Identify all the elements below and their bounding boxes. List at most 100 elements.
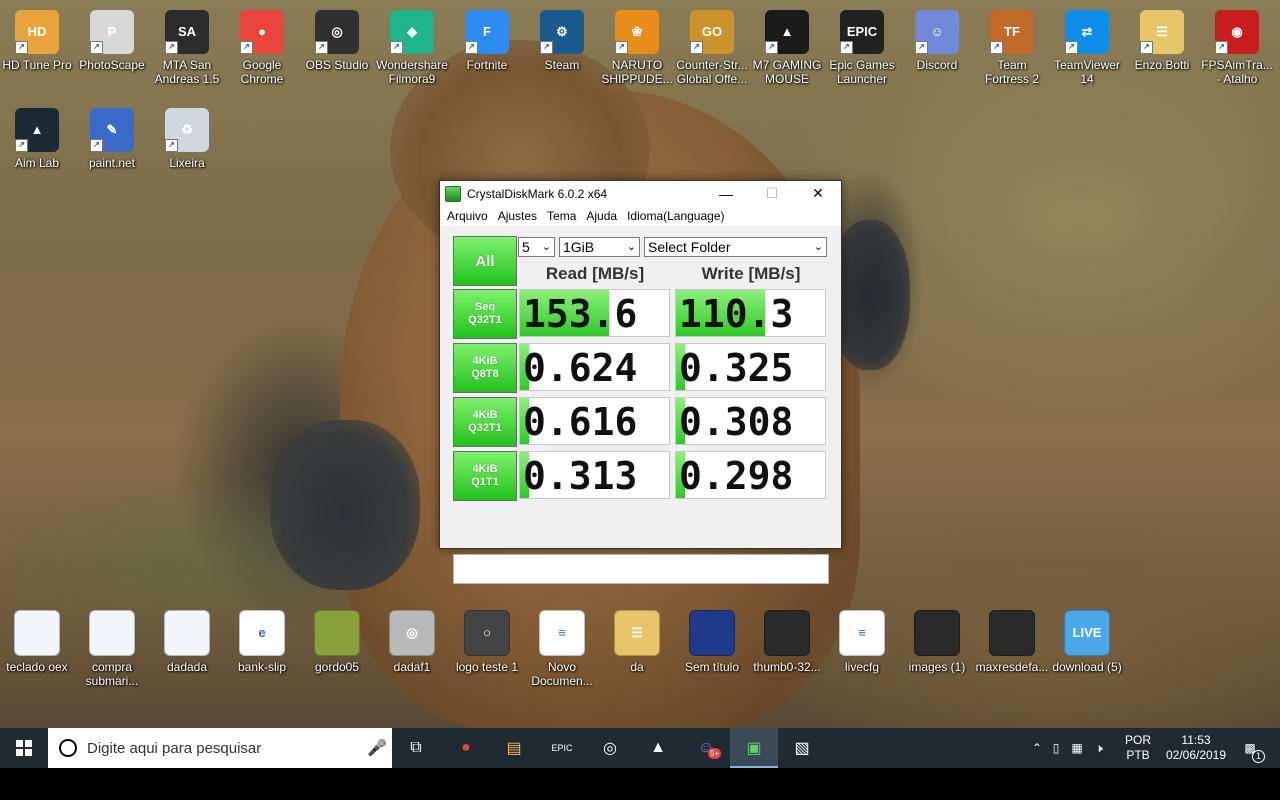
window-titlebar[interactable]: CrystalDiskMark 6.0.2 x64 — ☐ ✕ (440, 181, 841, 206)
minimize-button[interactable]: — (703, 181, 749, 206)
desktop-file-label: gordo05 (314, 660, 360, 674)
test-size-select[interactable]: 1GiB ⌄ (559, 237, 640, 257)
desktop-icon-label: Counter-Str... Global Offe... (676, 58, 748, 86)
desktop-file-novo-documen[interactable]: ≡ Novo Documen... (525, 610, 599, 688)
shortcut-arrow-icon: ↗ (165, 41, 178, 54)
volume-icon[interactable]: 🕨 (1088, 741, 1110, 756)
run-all-button[interactable]: All (453, 236, 517, 286)
paint-icon[interactable]: ▧ (778, 728, 826, 768)
desktop-file-dadaf1[interactable]: ◎ dadaf1 (375, 610, 449, 674)
close-button[interactable]: ✕ (795, 181, 841, 206)
tablet-icon[interactable]: ▯ (1046, 741, 1066, 755)
desktop-file-maxresdefa[interactable]: maxresdefa... (975, 610, 1049, 674)
taskbar-search-box[interactable]: Digite aqui para pesquisar 🎤 (48, 728, 392, 768)
desktop-icon-aim-lab[interactable]: ▲ ↗ Aim Lab (0, 108, 74, 170)
4kib-q32t1-button[interactable]: 4KiB Q32T1 (453, 397, 517, 447)
desktop-icon-team-fortress-2[interactable]: TF ↗ Team Fortress 2 (975, 10, 1049, 86)
desktop-icon-enzo-botti[interactable]: ☰ ↗ Enzo.Botti (1125, 10, 1199, 72)
desktop-file-logo-teste-1[interactable]: ○ logo teste 1 (450, 610, 524, 674)
read-value: 153.6 (523, 292, 638, 336)
desktop-icon-naruto-shippude[interactable]: ❀ ↗ NARUTO SHIPPUDE... (600, 10, 674, 86)
desktop-icon-fpsaimtra-atalho[interactable]: ◉ ↗ FPSAimTra... - Atalho (1200, 10, 1274, 86)
desktop-icon-paint-net[interactable]: ✎ ↗ paint.net (75, 108, 149, 170)
obs-icon[interactable]: ◎ (586, 728, 634, 768)
input-language[interactable]: POR PTB (1120, 728, 1156, 768)
wallpaper-bear-paw-right (830, 220, 910, 370)
m7-mouse-icon[interactable]: ▲ (634, 728, 682, 768)
test-count-select[interactable]: 5 ⌄ (518, 237, 555, 257)
write-value: 0.308 (679, 400, 794, 444)
desktop-icon-fortnite[interactable]: F ↗ Fortnite (450, 10, 524, 72)
desktop-file-label: dadaf1 (393, 660, 431, 674)
desktop-icon-counter-str-global-offe[interactable]: GO ↗ Counter-Str... Global Offe... (675, 10, 749, 86)
desktop-icon-label: Enzo.Botti (1134, 58, 1190, 72)
4kib-q8t8-button[interactable]: 4KiB Q8T8 (453, 343, 517, 393)
desktop-icon-label: PhotoScape (79, 58, 145, 72)
seq-q32t1-button[interactable]: Seq Q32T1 (453, 289, 517, 339)
menu-idioma[interactable]: Idioma(Language) (622, 209, 729, 223)
desktop-icon-label: Aim Lab (14, 156, 60, 170)
network-icon[interactable]: ▦ (1066, 741, 1088, 755)
desktop-file-gordo05[interactable]: gordo05 (300, 610, 374, 674)
shortcut-arrow-icon: ↗ (1065, 41, 1078, 54)
desktop-file-thumb0-32[interactable]: thumb0-32... (750, 610, 824, 674)
clock[interactable]: 11:53 02/06/2019 (1158, 728, 1234, 768)
wallpaper-bear-paw-left (270, 420, 420, 590)
microphone-icon[interactable]: 🎤 (362, 738, 392, 758)
desktop-icon-discord[interactable]: ☺ ↗ Discord (900, 10, 974, 72)
menu-ajuda[interactable]: Ajuda (581, 209, 622, 223)
chrome-icon[interactable]: ● (442, 728, 490, 768)
app-icon: F ↗ (465, 10, 509, 54)
maximize-button[interactable]: ☐ (749, 181, 795, 206)
menu-arquivo[interactable]: Arquivo (442, 209, 493, 223)
desktop-file-dadada[interactable]: dadada (150, 610, 224, 674)
desktop-icon-photoscape[interactable]: P ↗ PhotoScape (75, 10, 149, 72)
desktop-icon-teamviewer-14[interactable]: ⇄ ↗ TeamViewer 14 (1050, 10, 1124, 86)
chevron-up-icon[interactable]: ⌃ (1028, 741, 1046, 755)
desktop-file-label: bank-slip (237, 660, 287, 674)
desktop-icon-label: FPSAimTra... - Atalho (1201, 58, 1273, 86)
menu-tema[interactable]: Tema (542, 209, 581, 223)
desktop-icon-obs-studio[interactable]: ◎ ↗ OBS Studio (300, 10, 374, 72)
file-thumbnail-icon: ≡ (839, 610, 885, 656)
file-thumbnail-icon (989, 610, 1035, 656)
desktop-file-compra-submari[interactable]: compra submari... (75, 610, 149, 688)
desktop-file-teclado-oex[interactable]: teclado oex (0, 610, 74, 674)
desktop-icon-m7-gaming-mouse[interactable]: ▲ ↗ M7 GAMING MOUSE (750, 10, 824, 86)
desktop-file-livecfg[interactable]: ≡ livecfg (825, 610, 899, 674)
desktop-icon-google-chrome[interactable]: ● ↗ Google Chrome (225, 10, 299, 86)
app-icon: ● ↗ (240, 10, 284, 54)
read-value: 0.313 (523, 454, 638, 498)
desktop-icon-hd-tune-pro[interactable]: HD ↗ HD Tune Pro (0, 10, 74, 72)
desktop-file-download-5[interactable]: LIVE download (5) (1050, 610, 1124, 674)
4kib-q32t1-read-result: 0.616 (519, 397, 670, 445)
shortcut-arrow-icon: ↗ (465, 41, 478, 54)
desktop-icon-mta-san-andreas-1-5[interactable]: SA ↗ MTA San Andreas 1.5 (150, 10, 224, 86)
desktop-file-sem-t-tulo[interactable]: Sem título (675, 610, 749, 674)
shortcut-arrow-icon: ↗ (915, 41, 928, 54)
action-center-button[interactable]: ▩ 1 (1236, 728, 1265, 768)
desktop-icon-label: Lixeira (169, 156, 205, 170)
task-view-icon[interactable]: ⧉ (392, 728, 440, 768)
start-button[interactable] (0, 728, 48, 768)
epic-games-icon[interactable]: EPIC (538, 728, 586, 768)
desktop-file-da[interactable]: ☰ da (600, 610, 674, 674)
desktop-icon-epic-games-launcher[interactable]: EPIC ↗ Epic Games Launcher (825, 10, 899, 86)
file-thumbnail-icon: ≡ (539, 610, 585, 656)
desktop-icon-lixeira[interactable]: ♻ ↗ Lixeira (150, 108, 224, 170)
file-explorer-icon[interactable]: ▤ (490, 728, 538, 768)
shortcut-arrow-icon: ↗ (15, 41, 28, 54)
desktop-file-images-1[interactable]: images (1) (900, 610, 974, 674)
comment-field[interactable] (453, 554, 829, 584)
desktop-file-bank-slip[interactable]: e bank-slip (225, 610, 299, 674)
crystaldiskmark-icon[interactable]: ▣ (730, 728, 778, 768)
discord-icon[interactable]: ☺ 9+ (682, 728, 730, 768)
menu-ajustes[interactable]: Ajustes (493, 209, 542, 223)
4kib-q1t1-button[interactable]: 4KiB Q1T1 (453, 451, 517, 501)
4kib-q8t8-read-result: 0.624 (519, 343, 670, 391)
desktop-icon-steam[interactable]: ⚙ ↗ Steam (525, 10, 599, 72)
target-folder-select[interactable]: Select Folder ⌄ (644, 237, 827, 257)
desktop-icon-label: Steam (544, 58, 580, 72)
desktop-icon-wondershare-filmora9[interactable]: ◆ ↗ Wondershare Filmora9 (375, 10, 449, 86)
task-view-glyph: ⧉ (410, 739, 422, 756)
